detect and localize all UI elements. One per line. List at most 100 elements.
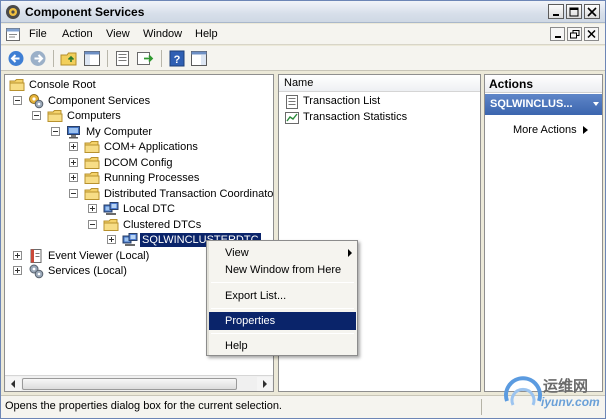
actions-group-label: SQLWINCLUS...	[490, 98, 573, 110]
back-icon[interactable]	[6, 49, 26, 68]
close-icon	[587, 30, 596, 39]
tree-node-label: Console Root	[29, 79, 96, 91]
menu-view[interactable]: View	[106, 28, 130, 40]
tree-node[interactable]: COM+ Applications	[5, 139, 273, 155]
services-icon	[29, 264, 44, 279]
expand-icon[interactable]	[69, 142, 78, 151]
expand-icon[interactable]	[107, 235, 116, 244]
list-item-label: Transaction List	[303, 95, 381, 107]
menu-window[interactable]: Window	[143, 28, 182, 40]
context-menu-properties[interactable]: Properties	[209, 312, 356, 330]
expand-icon[interactable]	[88, 204, 97, 213]
close-button[interactable]	[584, 4, 600, 19]
tree-node[interactable]: My Computer	[5, 124, 273, 140]
expand-icon[interactable]	[69, 158, 78, 167]
list-item-label: Transaction Statistics	[303, 111, 408, 123]
dtc-icon	[122, 233, 138, 246]
minimize-button[interactable]	[548, 4, 564, 19]
scroll-left-icon	[11, 380, 15, 388]
tree-node[interactable]: Running Processes	[5, 170, 273, 186]
context-menu-view[interactable]: View	[209, 244, 356, 262]
tree-node-label: Distributed Transaction Coordinator	[104, 188, 274, 200]
collapse-icon[interactable]	[51, 127, 60, 136]
watermark-text-bottom: iyunv.com	[541, 395, 600, 409]
collapse-icon[interactable]	[88, 220, 97, 229]
menu-file[interactable]: File	[29, 28, 47, 40]
actions-group-header[interactable]: SQLWINCLUS...	[485, 94, 602, 115]
tree-node-label: Local DTC	[123, 203, 175, 215]
forward-icon[interactable]	[28, 49, 48, 68]
export-list-icon[interactable]	[113, 49, 133, 68]
toolbar-separator	[161, 50, 162, 67]
actions-title: Actions	[489, 77, 534, 91]
tree-node-label: Component Services	[48, 95, 151, 107]
tree-node-label: Services (Local)	[48, 265, 127, 277]
context-menu-separator	[211, 308, 354, 309]
context-menu: View New Window from Here Export List...…	[206, 240, 358, 356]
menu-bar: File Action View Window Help	[1, 24, 605, 45]
context-menu-separator	[211, 333, 354, 334]
child-close-button[interactable]	[584, 27, 599, 41]
expand-icon[interactable]	[13, 266, 22, 275]
maximize-icon	[569, 7, 579, 17]
help-icon[interactable]: ?	[167, 49, 187, 68]
column-header-label: Name	[284, 77, 314, 89]
event-viewer-icon	[30, 249, 42, 263]
scroll-thumb[interactable]	[22, 378, 237, 390]
context-menu-export-list[interactable]: Export List...	[209, 287, 356, 305]
tree-node[interactable]: Console Root	[5, 77, 273, 93]
menu-help[interactable]: Help	[195, 28, 218, 40]
maximize-button[interactable]	[566, 4, 582, 19]
folder-icon	[84, 157, 100, 169]
properties-icon[interactable]	[135, 49, 155, 68]
watermark: 运维网 iyunv.com	[501, 369, 605, 417]
svg-text:?: ?	[174, 54, 181, 66]
folder-icon	[47, 110, 63, 122]
more-actions-link[interactable]: More Actions	[513, 124, 577, 136]
tree-node-label: Running Processes	[104, 172, 200, 184]
collapse-icon[interactable]	[32, 111, 41, 120]
context-menu-label: New Window from Here	[225, 264, 342, 276]
tree-node[interactable]: Clustered DTCs	[5, 217, 273, 233]
show-hide-tree-icon[interactable]	[82, 49, 102, 68]
title-bar: Component Services	[1, 1, 605, 23]
transaction-list-icon	[286, 95, 298, 109]
column-header-name[interactable]: Name	[279, 75, 480, 92]
child-minimize-button[interactable]	[550, 27, 565, 41]
child-restore-button[interactable]	[567, 27, 582, 41]
folder-icon	[9, 79, 25, 91]
tree-node-label: COM+ Applications	[104, 141, 198, 153]
show-hide-action-pane-icon[interactable]	[189, 49, 209, 68]
tree-horizontal-scrollbar[interactable]	[5, 375, 273, 391]
scroll-left-button[interactable]	[6, 377, 21, 391]
collapse-icon[interactable]	[69, 189, 78, 198]
scroll-right-icon	[263, 380, 267, 388]
watermark-logo-icon	[504, 376, 542, 406]
status-separator	[481, 399, 482, 415]
tree-node[interactable]: Computers	[5, 108, 273, 124]
transaction-statistics-icon	[285, 112, 299, 124]
context-menu-label: View	[225, 247, 249, 259]
folder-icon	[103, 219, 119, 231]
expand-icon[interactable]	[69, 173, 78, 182]
app-window: Component Services File Action View Wind…	[0, 0, 606, 419]
context-menu-label: Help	[225, 340, 248, 352]
context-menu-new-window[interactable]: New Window from Here	[209, 261, 356, 279]
collapse-icon[interactable]	[13, 96, 22, 105]
status-text: Opens the properties dialog box for the …	[5, 400, 282, 412]
context-menu-help[interactable]: Help	[209, 337, 356, 355]
tree-node[interactable]: Component Services	[5, 93, 273, 109]
computer-icon	[67, 126, 80, 139]
menu-action[interactable]: Action	[62, 28, 93, 40]
tree-node[interactable]: Distributed Transaction Coordinator	[5, 186, 273, 202]
scroll-right-button[interactable]	[257, 377, 272, 391]
tree-node[interactable]: Local DTC	[5, 201, 273, 217]
tree-node-label: My Computer	[86, 126, 153, 138]
console-system-menu-icon[interactable]	[6, 28, 20, 41]
minimize-icon	[555, 36, 561, 38]
actions-pane: Actions SQLWINCLUS... More Actions	[484, 74, 603, 392]
up-level-icon[interactable]	[59, 49, 79, 68]
tree-node[interactable]: DCOM Config	[5, 155, 273, 171]
watermark-text-top: 运维网	[543, 378, 589, 395]
expand-icon[interactable]	[13, 251, 22, 260]
